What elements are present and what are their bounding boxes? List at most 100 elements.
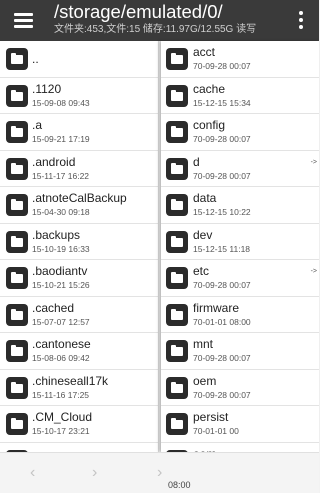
file-row[interactable]: data 15-12-15 10:22 <box>161 187 319 224</box>
file-date: 70-09-28 00:07 <box>193 280 251 290</box>
file-date: 70-09-28 00:07 <box>193 170 251 181</box>
folder-icon <box>6 413 28 435</box>
folder-icon <box>166 84 188 107</box>
file-date: 70-01-01 08:00 <box>193 316 251 327</box>
folder-icon <box>6 194 28 216</box>
folder-icon <box>166 267 188 289</box>
file-date: 70-09-28 00:07 <box>193 134 251 144</box>
folder-icon <box>6 121 28 143</box>
file-date: 15-04-30 09:18 <box>32 207 90 217</box>
file-name: .cantonese <box>32 337 91 351</box>
file-row[interactable]: config 70-09-28 00:07 <box>161 114 319 151</box>
folder-icon <box>166 413 188 435</box>
file-row[interactable]: .cantonese 15-08-06 09:42 <box>0 333 158 370</box>
symlink-indicator: -> <box>310 158 317 166</box>
file-date: 15-10-19 16:33 <box>32 243 90 254</box>
folder-icon <box>166 121 188 143</box>
folder-icon <box>6 340 28 362</box>
file-row[interactable]: .baodiantv 15-10-21 15:26 <box>0 260 158 297</box>
file-name: persist <box>193 410 229 424</box>
file-name: .chineseall17k <box>32 373 109 388</box>
file-date: 15-08-06 09:42 <box>32 353 90 363</box>
file-row[interactable]: .backups 15-10-19 16:33 <box>0 224 158 260</box>
file-name: firmware <box>193 300 240 315</box>
file-name: .android <box>32 154 76 169</box>
file-row[interactable]: mnt 70-09-28 00:07 <box>161 333 319 370</box>
file-name: .baodiantv <box>32 264 88 278</box>
symlink-indicator: -> <box>310 268 317 275</box>
folder-icon <box>6 84 28 107</box>
file-name: .CM_Cloud <box>32 410 93 424</box>
folder-icon <box>6 230 28 253</box>
file-row[interactable]: .cached 15-07-07 12:57 <box>0 297 158 333</box>
file-name: d <box>193 154 200 169</box>
folder-icon <box>6 376 28 399</box>
right-file-panel[interactable]: acct 70-09-28 00:07 cache 15-12-15 15:34 con… <box>161 41 319 452</box>
file-date: 15-12-15 10:22 <box>193 207 251 217</box>
file-row[interactable]: .atnoteCalBackup 15-04-30 09:18 <box>0 187 158 224</box>
file-name: oem <box>193 373 217 388</box>
file-date: 15-07-07 12:57 <box>32 316 90 327</box>
file-date: 15-11-17 16:22 <box>32 170 90 181</box>
menu-icon[interactable] <box>11 9 35 31</box>
file-date: 15-11-16 17:25 <box>32 389 90 400</box>
back-arrow-icon[interactable]: ‹ <box>30 464 35 482</box>
file-row[interactable]: .CM_Cloud 15-10-17 23:21 <box>0 406 158 443</box>
file-row[interactable]: cache 15-12-15 15:34 <box>161 78 319 114</box>
file-date: 70-09-28 00:07 <box>193 389 251 400</box>
file-row[interactable]: .android 15-11-17 16:22 <box>0 151 158 187</box>
file-name: etc <box>193 264 210 278</box>
file-date: 15-09-21 17:19 <box>32 134 90 144</box>
file-name: .cached <box>32 300 75 315</box>
file-row[interactable]: .a 15-09-21 17:19 <box>0 114 158 151</box>
forward-arrow-icon[interactable]: › <box>92 464 97 482</box>
file-date: 15-09-08 09:43 <box>32 97 90 108</box>
file-row[interactable]: .1120 15-09-08 09:43 <box>0 78 158 114</box>
file-row[interactable]: oem70-01-000 <box>161 443 319 452</box>
file-date: 15-10-21 15:26 <box>32 280 90 290</box>
file-name: mnt <box>193 337 214 351</box>
file-row[interactable]: .. <box>0 41 158 78</box>
file-date: 70-09-28 00:07 <box>193 353 251 363</box>
path-title: /storage/emulated/0/ <box>54 1 223 22</box>
file-name: .backups <box>32 227 81 242</box>
file-date: 70-01-01 00 <box>193 426 239 436</box>
storage-info: 文件夹:453,文件:15 储存:11.97G/12.55G 读写 <box>54 24 257 35</box>
file-name: data <box>193 191 217 205</box>
file-date: 15-12-15 11:18 <box>193 243 251 254</box>
file-row[interactable]: dev 15-12-15 11:18 <box>161 224 319 260</box>
folder-icon <box>166 157 188 180</box>
file-row[interactable]: firmware 70-01-01 08:00 <box>161 297 319 333</box>
folder-icon <box>6 157 28 180</box>
folder-icon <box>166 376 188 399</box>
file-row[interactable]: persist 70-01-01 00 <box>161 406 319 443</box>
file-date: 15-10-17 23:21 <box>32 426 90 436</box>
folder-icon <box>166 340 188 362</box>
file-name: config <box>193 118 226 132</box>
folder-icon <box>166 48 188 70</box>
file-name: .atnoteCalBackup <box>32 191 127 205</box>
file-name: .. <box>32 52 39 66</box>
file-row[interactable]: acct 70-09-28 00:07 <box>161 41 319 78</box>
folder-icon <box>6 48 28 70</box>
folder-icon <box>166 230 188 253</box>
file-date: 70-09-28 00:07 <box>193 61 251 71</box>
folder-icon <box>166 194 188 216</box>
file-name: .1120 <box>32 81 62 96</box>
file-row[interactable]: .co17k <box>0 443 158 452</box>
file-name: cache <box>193 81 226 96</box>
file-name: .a <box>32 118 43 132</box>
file-date: 15-12-15 15:34 <box>193 97 251 108</box>
bottom-time-text: 08:00 <box>168 480 191 490</box>
bottom-bar: ‹ › › 08:00 <box>0 452 319 493</box>
folder-icon <box>6 303 28 326</box>
more-options-icon[interactable] <box>297 10 305 30</box>
file-row[interactable]: .chineseall17k 15-11-16 17:25 <box>0 370 158 406</box>
file-row[interactable]: etc 70-09-28 00:07 -> <box>161 260 319 297</box>
file-row[interactable]: d 70-09-28 00:07 -> <box>161 151 319 187</box>
left-file-panel[interactable]: .. .1120 15-09-08 09:43 .a 15-09-21 17:19 .an… <box>0 41 159 452</box>
folder-icon <box>6 267 28 289</box>
right-panel-arrow-icon[interactable]: › <box>157 464 162 482</box>
file-name: dev <box>193 227 213 242</box>
file-row[interactable]: oem 70-09-28 00:07 <box>161 370 319 406</box>
